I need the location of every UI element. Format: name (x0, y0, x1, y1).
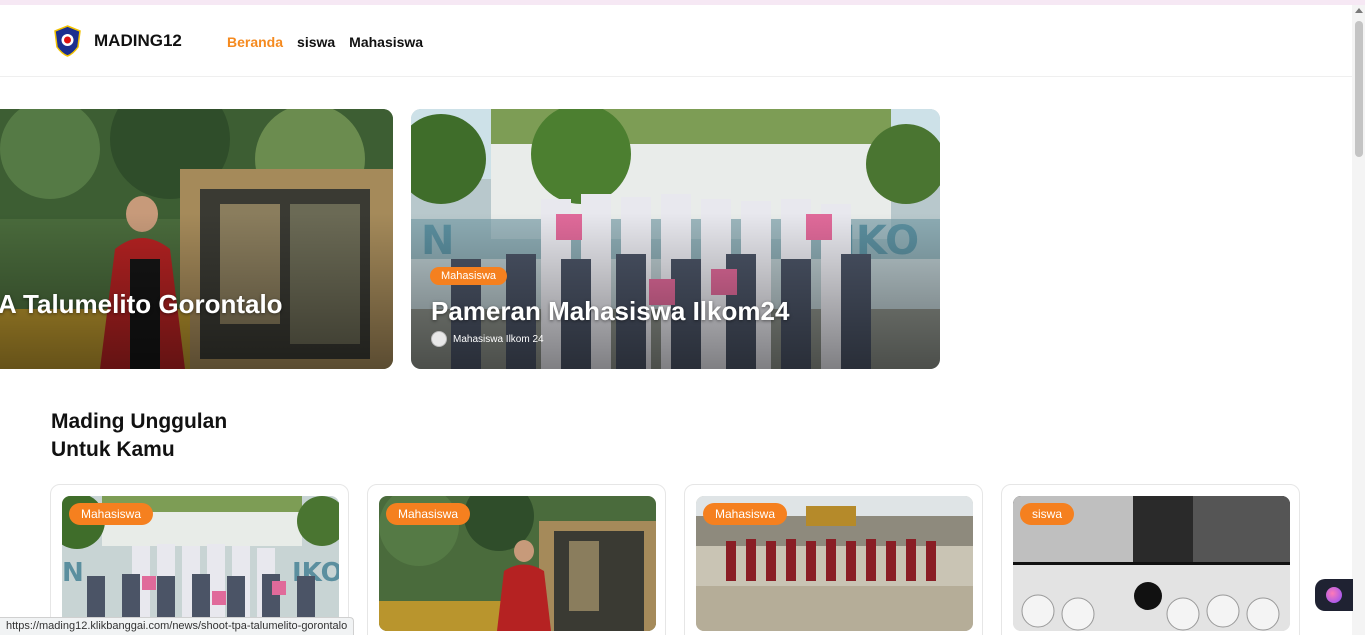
hero-card-tpa[interactable]: A Talumelito Gorontalo (0, 109, 393, 369)
link-status-bar: https://mading12.klikbanggai.com/news/sh… (0, 617, 355, 635)
category-badge[interactable]: Mahasiswa (386, 503, 471, 525)
author-name: Mahasiswa Ilkom 24 (453, 333, 544, 345)
hero-title[interactable]: A Talumelito Gorontalo (0, 289, 283, 320)
post-card[interactable]: Mahasiswa (367, 484, 666, 635)
nav-siswa[interactable]: siswa (297, 34, 335, 50)
category-badge[interactable]: Mahasiswa (430, 267, 508, 285)
assistant-float-button[interactable] (1315, 579, 1353, 611)
post-thumbnail[interactable]: siswa (1013, 496, 1290, 631)
page-scrollbar[interactable] (1352, 5, 1365, 635)
nav-mahasiswa[interactable]: Mahasiswa (349, 34, 423, 50)
post-thumbnail[interactable]: Mahasiswa (696, 496, 973, 631)
site-header: MADING12 Beranda siswa Mahasiswa (0, 5, 1352, 77)
author-info: Mahasiswa Ilkom 24 (431, 331, 544, 347)
svg-text:N: N (62, 558, 84, 588)
post-thumbnail[interactable]: Mahasiswa (379, 496, 656, 631)
hero-card-pameran[interactable]: N IKO Mahasiswa Pameran Mahasiswa Ilkom2… (411, 109, 940, 369)
post-card[interactable]: N IKO Mahasiswa (50, 484, 349, 635)
section-title-line1: Mading Unggulan (51, 410, 228, 433)
site-brand[interactable]: MADING12 (94, 31, 182, 51)
hero-gradient (411, 109, 940, 369)
post-thumbnail[interactable]: N IKO Mahasiswa (62, 496, 339, 631)
hero-gradient (0, 109, 393, 369)
school-logo-icon[interactable] (53, 25, 82, 57)
category-badge[interactable]: Mahasiswa (69, 503, 154, 525)
assistant-icon (1326, 587, 1342, 603)
scroll-up-arrow-icon[interactable] (1355, 8, 1363, 13)
post-card[interactable]: Mahasiswa (684, 484, 983, 635)
main-nav: Beranda siswa Mahasiswa (227, 34, 423, 50)
scroll-thumb[interactable] (1355, 21, 1363, 157)
post-card[interactable]: siswa (1001, 484, 1300, 635)
category-badge[interactable]: Mahasiswa (703, 503, 788, 525)
section-title: Mading Unggulan Untuk Kamu (51, 408, 227, 464)
category-badge[interactable]: siswa (1020, 503, 1075, 525)
nav-beranda[interactable]: Beranda (227, 34, 283, 50)
hero-title[interactable]: Pameran Mahasiswa Ilkom24 (431, 296, 789, 327)
author-avatar (431, 331, 447, 347)
section-title-line2: Untuk Kamu (51, 438, 175, 461)
